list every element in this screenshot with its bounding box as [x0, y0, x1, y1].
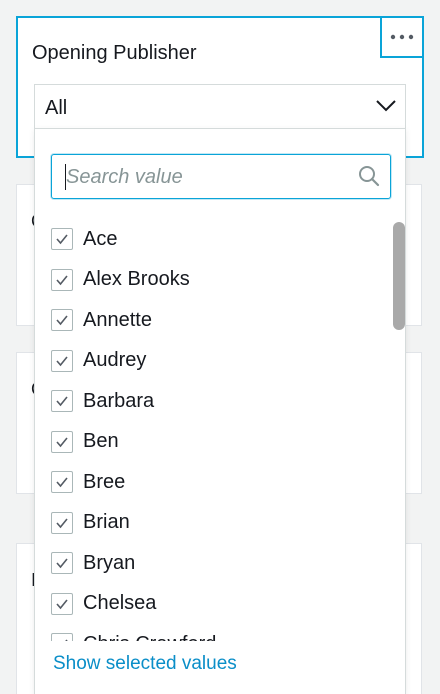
- option-checkbox[interactable]: [51, 309, 73, 331]
- check-icon: [56, 598, 68, 609]
- option-checkbox[interactable]: [51, 511, 73, 534]
- scrollbar-thumb[interactable]: [393, 222, 405, 330]
- check-icon: [56, 396, 68, 407]
- option-item[interactable]: Bree: [51, 464, 125, 500]
- check-icon: [56, 315, 68, 326]
- ellipsis-icon: [390, 34, 414, 40]
- select-value: All: [45, 97, 68, 119]
- more-options-button[interactable]: [380, 16, 424, 58]
- option-item[interactable]: Brian: [51, 505, 130, 541]
- check-icon: [56, 517, 68, 528]
- option-label: Brian: [83, 511, 130, 533]
- check-icon: [65, 639, 68, 641]
- option-label: Chelsea: [83, 592, 157, 614]
- option-item[interactable]: Chris Crawford: [51, 626, 216, 641]
- options-list[interactable]: Ace Alex Brooks Annette Audrey Barbara Ben Bre…: [35, 221, 390, 641]
- check-icon: [56, 436, 68, 447]
- search-icon: [359, 166, 380, 187]
- option-label: Ace: [83, 227, 118, 250]
- option-label: Alex Brooks: [83, 268, 190, 290]
- option-checkbox[interactable]: [51, 552, 73, 574]
- page: C C I Opening Publisher All: [0, 0, 440, 694]
- option-checkbox[interactable]: [51, 592, 73, 615]
- option-item[interactable]: Annette: [51, 302, 152, 338]
- option-checkbox[interactable]: [51, 390, 73, 412]
- text-cursor: [65, 164, 66, 190]
- option-checkbox[interactable]: [51, 633, 73, 641]
- chevron-down-icon: [376, 100, 396, 112]
- option-label: Bree: [83, 470, 126, 493]
- control-title: Opening Publisher: [32, 42, 197, 64]
- option-item[interactable]: Ben: [51, 424, 119, 460]
- check-icon: [56, 234, 68, 245]
- option-checkbox[interactable]: [51, 471, 73, 493]
- option-item[interactable]: Alex Brooks: [51, 262, 190, 298]
- value-dropdown: Ace Alex Brooks Annette Audrey Barbara Ben Bre…: [34, 128, 406, 694]
- option-checkbox[interactable]: [51, 268, 73, 291]
- check-icon: [56, 274, 68, 285]
- option-label: Audrey: [83, 349, 147, 371]
- option-checkbox[interactable]: [51, 228, 73, 250]
- option-label: Chris Crawford: [83, 633, 216, 642]
- option-item[interactable]: Bryan: [51, 545, 135, 581]
- publisher-select[interactable]: All: [34, 84, 406, 130]
- check-icon: [56, 477, 68, 488]
- show-selected-values-link[interactable]: Show selected values: [53, 653, 237, 675]
- option-item[interactable]: Ace: [51, 221, 117, 257]
- option-item[interactable]: Audrey: [51, 343, 146, 379]
- option-label: Ben: [83, 430, 119, 452]
- option-label: Annette: [83, 308, 152, 331]
- check-icon: [56, 558, 68, 569]
- option-label: Bryan: [83, 551, 136, 574]
- option-label: Barbara: [83, 389, 155, 412]
- search-input[interactable]: [64, 161, 348, 193]
- check-icon: [56, 355, 68, 366]
- option-checkbox[interactable]: [51, 430, 73, 453]
- option-item[interactable]: Chelsea: [51, 586, 156, 622]
- option-item[interactable]: Barbara: [51, 383, 154, 419]
- option-checkbox[interactable]: [51, 349, 73, 372]
- search-box[interactable]: [51, 154, 391, 199]
